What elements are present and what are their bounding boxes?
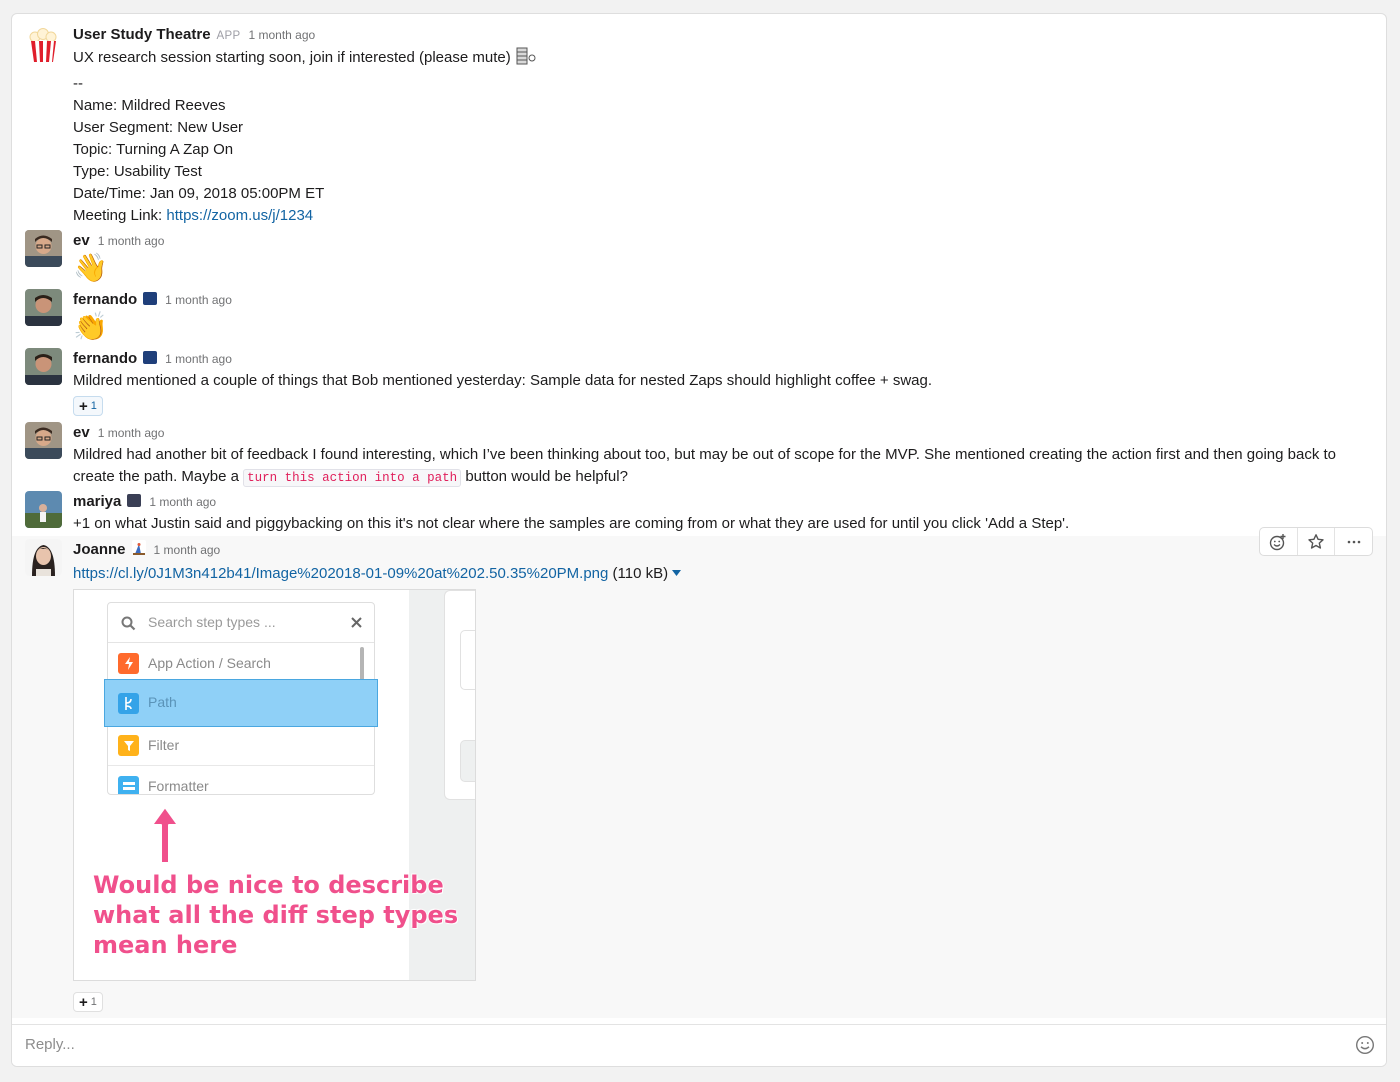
inline-code: turn this action into a path xyxy=(243,469,462,487)
avatar[interactable] xyxy=(25,230,62,267)
thread-panel: User Study Theatre APP 1 month ago UX rese… xyxy=(11,13,1387,1067)
reaction-count: 1 xyxy=(90,400,97,412)
preview-card-inner xyxy=(460,740,475,782)
step-type-item[interactable]: Formatter xyxy=(108,767,374,794)
annotation-line: mean here xyxy=(93,931,238,959)
timestamp[interactable]: 1 month ago xyxy=(165,293,232,307)
step-type-label: Filter xyxy=(148,737,180,753)
author-name[interactable]: Joanne xyxy=(73,541,126,558)
annotation-line: Would be nice to describe xyxy=(93,871,444,899)
file-size: (110 kB) xyxy=(612,565,669,582)
step-type-label: Path xyxy=(148,694,177,710)
search-placeholder: Search step types ... xyxy=(148,614,276,630)
plus-icon: + xyxy=(79,397,88,415)
preview-card-inner xyxy=(460,630,475,690)
popcorn-avatar-icon[interactable] xyxy=(25,28,62,65)
reply-input[interactable]: Reply... xyxy=(12,1024,1386,1066)
emoji-picker-icon[interactable] xyxy=(1355,1035,1375,1055)
author-name[interactable]: mariya xyxy=(73,493,121,510)
step-type-label: Formatter xyxy=(148,778,209,794)
timestamp[interactable]: 1 month ago xyxy=(154,543,221,557)
timestamp[interactable]: 1 month ago xyxy=(149,495,216,509)
message-text: -- xyxy=(73,75,83,92)
timestamp[interactable]: 1 month ago xyxy=(248,28,315,42)
status-emoji-icon xyxy=(143,351,158,364)
annotation-line: what all the diff step types xyxy=(93,901,459,929)
step-type-item[interactable]: App Action / Search xyxy=(108,644,374,684)
message-text-part: button would be helpful? xyxy=(461,468,628,485)
image-preview[interactable]: Search step types ... App Action / Searc… xyxy=(73,589,476,981)
emoji-clap: 👏 xyxy=(73,311,108,342)
lightning-icon xyxy=(118,653,139,674)
reaction-plus-one[interactable]: +1 xyxy=(73,992,103,1012)
avatar[interactable] xyxy=(25,289,62,326)
avatar[interactable] xyxy=(25,491,62,528)
emoji-wave: 👋 xyxy=(73,252,108,283)
app-badge: APP xyxy=(216,30,241,42)
author-name[interactable]: ev xyxy=(73,424,90,441)
step-type-item-highlighted[interactable]: Path xyxy=(104,679,378,727)
step-type-label: App Action / Search xyxy=(148,655,271,671)
plus-icon: + xyxy=(79,993,88,1011)
timestamp[interactable]: 1 month ago xyxy=(98,234,165,248)
annotation-text: Would be nice to describe what all the d… xyxy=(93,870,458,960)
author-name[interactable]: User Study Theatre xyxy=(73,26,211,43)
author-name[interactable]: fernando xyxy=(73,350,137,367)
message-text: Mildred had another bit of feedback I fo… xyxy=(73,444,1366,489)
avatar[interactable] xyxy=(25,348,62,385)
expand-preview-caret-icon[interactable] xyxy=(672,561,682,583)
message-text: User Segment: New User xyxy=(73,119,244,136)
message-text: Date/Time: Jan 09, 2018 05:00PM ET xyxy=(73,185,325,202)
path-icon xyxy=(118,693,139,714)
message-text: Name: Mildred Reeves xyxy=(73,97,226,114)
status-emoji-icon xyxy=(127,494,142,507)
message-text: Topic: Turning A Zap On xyxy=(73,141,234,158)
reaction-container: +1 xyxy=(73,992,103,1012)
reply-placeholder: Reply... xyxy=(25,1036,75,1053)
filter-icon xyxy=(118,735,139,756)
step-search-field[interactable]: Search step types ... xyxy=(108,603,374,643)
formatter-icon xyxy=(118,776,139,794)
search-icon xyxy=(121,616,136,631)
status-emoji-icon xyxy=(131,540,146,555)
step-type-item[interactable]: Filter xyxy=(108,726,374,766)
message-text: +1 on what Justin said and piggybacking … xyxy=(73,515,1070,532)
avatar[interactable] xyxy=(25,539,62,576)
arrow-up-icon xyxy=(151,806,179,864)
reaction-count: 1 xyxy=(90,996,97,1008)
meeting-link-label: Meeting Link: xyxy=(73,207,167,224)
file-link[interactable]: https://cl.ly/0J1M3n412b41/Image%202018-… xyxy=(73,565,608,582)
status-emoji-icon xyxy=(143,292,158,305)
timestamp[interactable]: 1 month ago xyxy=(98,426,165,440)
message-text: Type: Usability Test xyxy=(73,163,202,180)
film-projector-icon xyxy=(515,46,537,73)
message-text: UX research session starting soon, join … xyxy=(73,49,511,66)
author-name[interactable]: ev xyxy=(73,232,90,249)
author-name[interactable]: fernando xyxy=(73,291,137,308)
avatar[interactable] xyxy=(25,422,62,459)
close-icon[interactable] xyxy=(351,617,362,628)
message-text: Mildred mentioned a couple of things tha… xyxy=(73,372,933,389)
meeting-link[interactable]: https://zoom.us/j/1234 xyxy=(166,207,313,224)
timestamp[interactable]: 1 month ago xyxy=(165,352,232,366)
reaction-plus-one[interactable]: +1 xyxy=(73,396,103,416)
